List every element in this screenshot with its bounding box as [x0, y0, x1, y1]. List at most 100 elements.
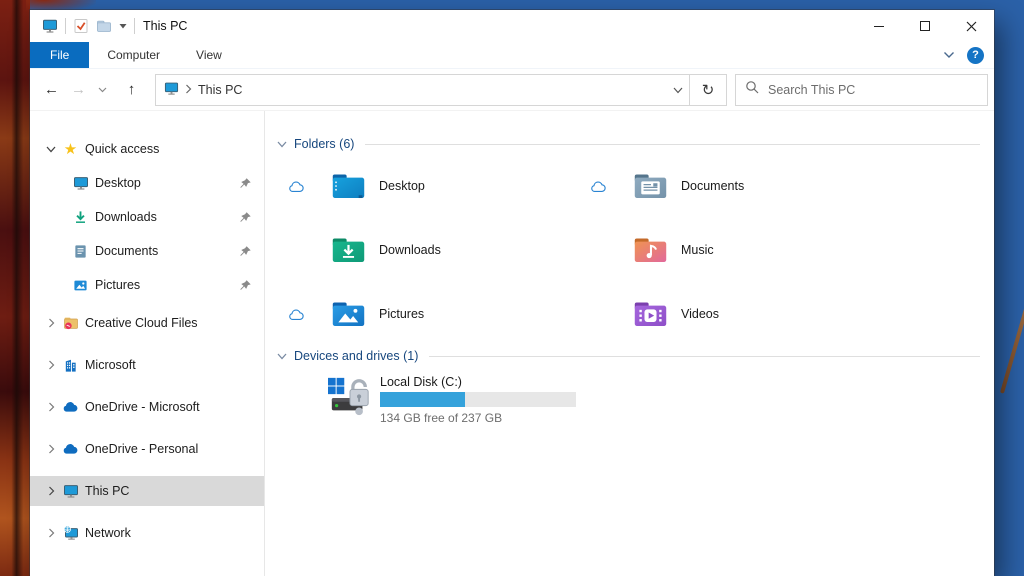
sidebar-item-microsoft[interactable]: Microsoft [30, 350, 264, 380]
group-header-devices[interactable]: Devices and drives (1) [277, 349, 984, 363]
chevron-right-icon[interactable] [40, 360, 62, 370]
chevron-right-icon[interactable] [40, 486, 62, 496]
back-button[interactable]: ← [38, 76, 65, 104]
folder-item-pictures[interactable]: Pictures [277, 292, 579, 336]
disk-usage-bar [380, 392, 576, 407]
search-icon [745, 80, 759, 99]
qat-customize-caret-icon[interactable] [119, 23, 127, 29]
sidebar-label: Desktop [95, 176, 141, 190]
breadcrumb-chevron-icon[interactable] [185, 83, 192, 97]
titlebar-separator [65, 18, 66, 34]
sidebar-label: Creative Cloud Files [85, 316, 198, 330]
group-rule [365, 144, 980, 145]
folder-item-desktop[interactable]: Desktop [277, 164, 579, 208]
sidebar-label: Documents [95, 244, 158, 258]
onedrive-icon [62, 401, 79, 413]
tab-computer[interactable]: Computer [89, 42, 178, 68]
sidebar-item-documents[interactable]: Documents [30, 236, 264, 266]
folder-label: Pictures [379, 307, 424, 321]
up-button[interactable]: ↑ [118, 76, 145, 104]
forward-button[interactable]: → [65, 76, 92, 104]
pin-icon [239, 279, 252, 292]
folder-item-downloads[interactable]: Downloads [277, 228, 579, 272]
network-icon [62, 525, 79, 541]
chevron-down-icon [277, 141, 287, 148]
search-box[interactable] [735, 74, 988, 106]
tab-view[interactable]: View [178, 42, 240, 68]
chevron-right-icon[interactable] [40, 528, 62, 538]
breadcrumb-this-pc[interactable]: This PC [198, 83, 242, 97]
sidebar-label: OneDrive - Microsoft [85, 400, 200, 414]
local-disk-icon [326, 375, 374, 419]
title-bar[interactable]: This PC [30, 10, 994, 42]
file-explorer-window: This PC File Computer View ? ← → ↑ [30, 10, 994, 576]
sidebar-item-creative-cloud-files[interactable]: Creative Cloud Files [30, 308, 264, 338]
pin-icon [239, 245, 252, 258]
close-icon [966, 21, 977, 32]
address-bar[interactable]: This PC [155, 74, 690, 106]
address-dropdown-chevron-icon[interactable] [673, 83, 683, 97]
pin-icon [239, 177, 252, 190]
tab-file[interactable]: File [30, 42, 89, 68]
cloud-status-icon [590, 180, 607, 193]
chevron-right-icon[interactable] [40, 444, 62, 454]
folder-label: Music [681, 243, 714, 257]
drive-free-space: 134 GB free of 237 GB [380, 411, 576, 425]
sidebar-label: This PC [85, 484, 129, 498]
maximize-icon [920, 21, 930, 31]
chevron-right-icon[interactable] [40, 318, 62, 328]
sidebar-label: Quick access [85, 142, 159, 156]
sidebar-item-onedrive-microsoft[interactable]: OneDrive - Microsoft [30, 392, 264, 422]
search-input[interactable] [768, 83, 978, 97]
folder-item-videos[interactable]: Videos [579, 292, 881, 336]
maximize-button[interactable] [902, 10, 948, 42]
sidebar-item-network[interactable]: Network [30, 518, 264, 548]
refresh-button[interactable]: ↻ [689, 74, 727, 106]
drive-item-local-disk[interactable]: Local Disk (C:) 134 GB free of 237 GB [277, 375, 984, 425]
address-location-icon [164, 81, 179, 99]
disk-usage-fill [380, 392, 465, 407]
navigation-bar: ← → ↑ This PC ↻ [30, 69, 994, 111]
group-header-folders[interactable]: Folders (6) [277, 137, 984, 151]
folder-item-documents[interactable]: Documents [579, 164, 881, 208]
videos-folder-icon [632, 298, 669, 330]
wallpaper-left-strip [0, 0, 30, 576]
sidebar-item-pictures[interactable]: Pictures [30, 270, 264, 300]
group-rule [429, 356, 980, 357]
folder-label: Documents [681, 179, 744, 193]
drive-name: Local Disk (C:) [380, 375, 576, 389]
chevron-right-icon[interactable] [40, 402, 62, 412]
star-icon: ★ [62, 142, 79, 157]
sidebar-item-downloads[interactable]: Downloads [30, 202, 264, 232]
titlebar-separator [134, 18, 135, 34]
help-button[interactable]: ? [967, 47, 984, 64]
sidebar-label: Network [85, 526, 131, 540]
sidebar-item-onedrive-personal[interactable]: OneDrive - Personal [30, 434, 264, 464]
this-pc-icon [62, 483, 79, 499]
expand-ribbon-chevron-icon[interactable] [943, 46, 955, 64]
wallpaper-twig [1000, 301, 1024, 393]
desktop-icon [72, 175, 89, 191]
minimize-button[interactable] [856, 10, 902, 42]
cloud-status-icon [288, 180, 305, 193]
this-pc-system-icon [42, 18, 58, 34]
ribbon-tab-bar: File Computer View ? [30, 42, 994, 69]
recent-locations-chevron[interactable] [92, 76, 112, 104]
chevron-down-icon[interactable] [40, 146, 62, 153]
qat-new-folder-icon[interactable] [96, 18, 112, 34]
folder-label: Downloads [379, 243, 441, 257]
chevron-down-icon [277, 353, 287, 360]
sidebar-label: OneDrive - Personal [85, 442, 198, 456]
qat-properties-check-icon[interactable] [73, 18, 89, 34]
sidebar-label: Pictures [95, 278, 140, 292]
building-icon [62, 358, 79, 373]
sidebar-item-desktop[interactable]: Desktop [30, 168, 264, 198]
sidebar-item-this-pc[interactable]: This PC [30, 476, 264, 506]
group-label: Folders (6) [294, 137, 354, 151]
sidebar-label: Downloads [95, 210, 157, 224]
sidebar-item-quick-access[interactable]: ★ Quick access [30, 134, 264, 164]
onedrive-icon [62, 443, 79, 455]
documents-folder-icon [632, 170, 669, 202]
folder-item-music[interactable]: Music [579, 228, 881, 272]
close-button[interactable] [948, 10, 994, 42]
